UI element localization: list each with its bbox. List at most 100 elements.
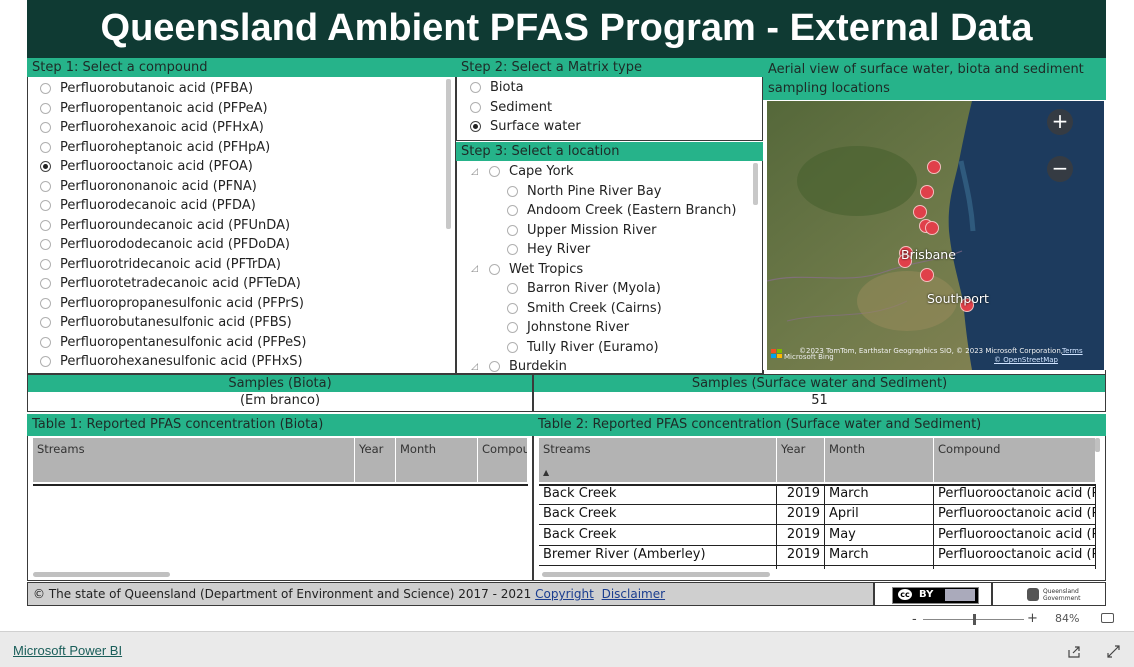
matrix-option[interactable]: Surface water	[470, 117, 762, 137]
location-group[interactable]: ◿ Wet Tropics	[471, 260, 762, 280]
compound-option[interactable]: Perfluoroundecanoic acid (PFUnDA)	[40, 216, 455, 236]
zoom-in-button[interactable]: +	[1047, 109, 1073, 135]
table1-col-streams[interactable]: Streams	[33, 438, 355, 482]
table2-col-month[interactable]: Month	[825, 438, 934, 482]
radio-icon[interactable]	[470, 121, 481, 133]
radio-icon[interactable]	[507, 185, 518, 197]
sampling-point[interactable]	[913, 205, 927, 219]
zoom-out-button[interactable]: −	[1047, 156, 1073, 182]
radio-icon[interactable]	[507, 244, 518, 256]
radio-icon[interactable]	[40, 161, 51, 173]
expand-toggle-icon[interactable]: ◿	[471, 362, 483, 372]
location-option[interactable]: Tully River (Euramo)	[471, 338, 762, 358]
location-option[interactable]: North Pine River Bay	[471, 182, 762, 202]
table1-col-year[interactable]: Year	[355, 438, 396, 482]
radio-icon[interactable]	[470, 82, 481, 94]
table2-vscrollbar[interactable]	[1095, 438, 1100, 452]
location-label: Wet Tropics	[509, 261, 584, 277]
osm-link[interactable]: © OpenStreetMap	[994, 356, 1058, 364]
powerbi-link[interactable]: Microsoft Power BI	[13, 643, 122, 658]
radio-icon[interactable]	[489, 263, 500, 275]
compound-option[interactable]: Perfluoropropanesulfonic acid (PFPrS)	[40, 294, 455, 314]
radio-icon[interactable]	[507, 224, 518, 236]
compound-option[interactable]: Perfluorobutanesulfonic acid (PFBS)	[40, 313, 455, 333]
compound-option[interactable]: Perfluorooctanoic acid (PFOA)	[40, 157, 455, 177]
expand-toggle-icon[interactable]: ◿	[471, 264, 483, 274]
radio-icon[interactable]	[40, 102, 51, 114]
compound-option[interactable]: Perfluoropentanoic acid (PFPeA)	[40, 99, 455, 119]
compound-option[interactable]: Perfluorotetradecanoic acid (PFTeDA)	[40, 274, 455, 294]
expand-toggle-icon[interactable]: ◿	[471, 167, 483, 177]
compound-option[interactable]: Perfluorohexanesulfonic acid (PFHxS)	[40, 352, 455, 372]
location-option[interactable]: Smith Creek (Cairns)	[471, 299, 762, 319]
copyright-link[interactable]: Copyright	[535, 587, 594, 601]
table1-col-month[interactable]: Month	[396, 438, 478, 482]
table-row[interactable]: Back Creek 2019 March Perfluorooctanoic aci…	[539, 484, 1096, 505]
disclaimer-link[interactable]: Disclaimer	[602, 587, 665, 601]
location-tree-scrollbar[interactable]	[753, 163, 758, 205]
sampling-point[interactable]	[925, 221, 939, 235]
sampling-locations-map[interactable]: + − Brisbane Southport Microsoft Bing ©2…	[767, 101, 1104, 370]
radio-icon[interactable]	[40, 200, 51, 212]
radio-icon[interactable]	[40, 122, 51, 134]
radio-icon[interactable]	[40, 297, 51, 309]
location-option[interactable]: Hey River	[471, 240, 762, 260]
compound-option[interactable]: Perfluoropentanesulfonic acid (PFPeS)	[40, 333, 455, 353]
sampling-point[interactable]	[920, 185, 934, 199]
radio-icon[interactable]	[40, 180, 51, 192]
radio-icon[interactable]	[40, 258, 51, 270]
zoom-slider-thumb[interactable]	[972, 614, 976, 625]
compound-option[interactable]: Perfluorotridecanoic acid (PFTrDA)	[40, 255, 455, 275]
location-group[interactable]: ◿ Burdekin	[471, 357, 762, 373]
compound-option[interactable]: Perfluorododecanoic acid (PFDoDA)	[40, 235, 455, 255]
radio-icon[interactable]	[40, 317, 51, 329]
location-group[interactable]: ◿ Cape York	[471, 162, 762, 182]
radio-icon[interactable]	[507, 322, 518, 334]
radio-icon[interactable]	[40, 356, 51, 368]
table-row[interactable]: Back Creek 2019 April Perfluorooctanoic aci…	[539, 504, 1096, 526]
table-row[interactable]: Bremer River (Amberley) 2019 March Perfluor…	[539, 545, 1096, 567]
matrix-option[interactable]: Sediment	[470, 98, 762, 118]
radio-icon[interactable]	[507, 302, 518, 314]
radio-icon[interactable]	[507, 283, 518, 295]
radio-icon[interactable]	[489, 361, 500, 373]
table1-hscrollbar[interactable]	[33, 572, 170, 577]
radio-icon[interactable]	[40, 239, 51, 251]
fit-to-page-icon[interactable]	[1101, 613, 1114, 623]
cc-license-box[interactable]: cc BY	[874, 582, 992, 606]
compound-option[interactable]: Perfluorobutanoic acid (PFBA)	[40, 79, 455, 99]
radio-icon[interactable]	[40, 278, 51, 290]
compound-option[interactable]: Perfluorononanoic acid (PFNA)	[40, 177, 455, 197]
zoom-in-control[interactable]: +	[1027, 611, 1038, 626]
radio-icon[interactable]	[40, 83, 51, 95]
table-row[interactable]: Back Creek 2019 May Perfluorooctanoic acid …	[539, 524, 1096, 546]
table1-col-compound[interactable]: Compou	[478, 438, 528, 482]
radio-icon[interactable]	[507, 205, 518, 217]
compound-option[interactable]: Perfluorohexanoic acid (PFHxA)	[40, 118, 455, 138]
location-option[interactable]: Andoom Creek (Eastern Branch)	[471, 201, 762, 221]
matrix-option[interactable]: Biota	[470, 78, 762, 98]
location-option[interactable]: Barron River (Myola)	[471, 279, 762, 299]
table2-col-year[interactable]: Year	[777, 438, 825, 482]
map-terms-link[interactable]: Terms	[1062, 347, 1083, 355]
fullscreen-icon[interactable]	[1107, 643, 1120, 658]
table2-col-compound[interactable]: Compound	[934, 438, 1096, 482]
radio-icon[interactable]	[40, 219, 51, 231]
compound-list-scrollbar[interactable]	[446, 79, 451, 229]
radio-icon[interactable]	[507, 341, 518, 353]
zoom-out-control[interactable]: -	[912, 612, 917, 627]
share-icon[interactable]	[1068, 643, 1080, 658]
table2-col-streams[interactable]: Streams ▲	[539, 438, 777, 482]
table2-hscrollbar[interactable]	[542, 572, 770, 577]
sampling-point[interactable]	[927, 160, 941, 174]
location-option[interactable]: Upper Mission River	[471, 221, 762, 241]
compound-option[interactable]: Perfluoroheptanoic acid (PFHpA)	[40, 138, 455, 158]
table-row[interactable]: Bremer River (Amberley)2019AprilPerfluor…	[539, 565, 1096, 569]
compound-option[interactable]: Perfluorodecanoic acid (PFDA)	[40, 196, 455, 216]
radio-icon[interactable]	[40, 141, 51, 153]
radio-icon[interactable]	[40, 336, 51, 348]
radio-icon[interactable]	[489, 166, 500, 178]
location-option[interactable]: Johnstone River	[471, 318, 762, 338]
radio-icon[interactable]	[470, 101, 481, 113]
sampling-point[interactable]	[920, 268, 934, 282]
